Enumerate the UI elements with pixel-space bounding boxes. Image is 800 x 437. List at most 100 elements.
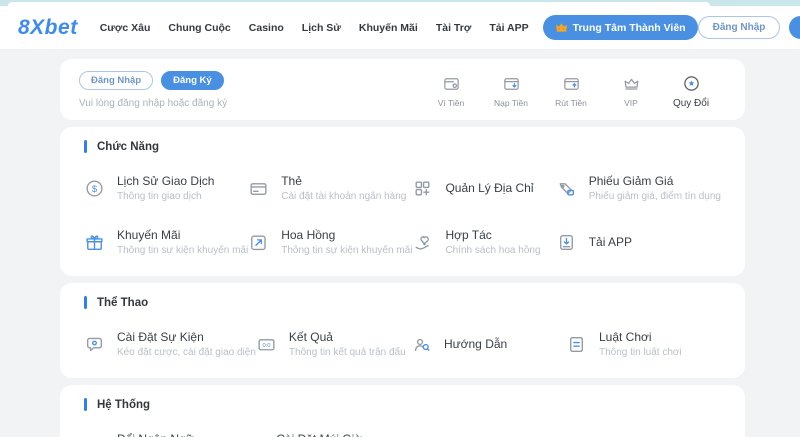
menu-item-text: Thẻ Cài đặt tài khoản ngân hàng <box>281 174 406 202</box>
menu-item-text: Hoa Hồng Thông tin sự kiện khuyến mãi <box>281 228 412 256</box>
section-header-chuc-nang: Chức Năng <box>84 140 721 153</box>
menu-item-coupon[interactable]: Phiếu Giảm GiáPhiếu giảm giá, điểm tín d… <box>556 174 721 202</box>
sections: Chức Năng $ Lịch Sử Giao DịchThông tin gia… <box>60 127 800 437</box>
menu-item-title: Phiếu Giảm Giá <box>589 174 721 188</box>
menu-item-title: Cài Đặt Sự Kiện <box>117 330 256 344</box>
menu-item-subtitle: Thông tin luật chơi <box>599 347 682 358</box>
event-settings-icon <box>84 334 105 355</box>
menu-item-results[interactable]: 0:0 Kết QuảThông tin kết quả trận đấu <box>256 330 411 358</box>
menu-item-timezone[interactable]: Cài Đặt Múi GiờGMT+07:00 <box>243 432 402 437</box>
section-header-he-thong: Hệ Thống <box>84 398 721 411</box>
menu-item-bank-card[interactable]: Thẻ Cài đặt tài khoản ngân hàng <box>248 174 412 202</box>
quick-action-label: VIP <box>624 98 638 108</box>
browser-tab-strip <box>0 0 800 6</box>
nav-item-6[interactable]: Tải APP <box>489 22 528 34</box>
partnership-icon <box>412 232 433 253</box>
section-grid-he-thong: Đổi Ngôn NgữTiếng Việt Cài Đặt Múi GiờGMT… <box>84 432 721 437</box>
wallet-icon <box>442 74 461 93</box>
login-hint-text: Vui lòng đăng nhập hoặc đăng ký <box>79 98 227 109</box>
menu-item-partnership[interactable]: Hợp Tác Chính sách hoa hồng <box>412 228 555 256</box>
menu-item-rules[interactable]: Luật Chơi Thông tin luật chơi <box>566 330 721 358</box>
results-icon: 0:0 <box>256 334 277 355</box>
section-grid-chuc-nang: $ Lịch Sử Giao DịchThông tin giao dịch Thẻ… <box>84 174 721 256</box>
menu-item-title: Đổi Ngôn Ngữ <box>117 432 194 437</box>
top-navbar: 8Xbet Cược Xâu Chung Cuộc Casino Lịch Sử Khu… <box>0 6 800 50</box>
nav-item-4[interactable]: Khuyến Mãi <box>359 22 418 34</box>
section-accent-bar <box>84 140 87 153</box>
menu-item-title: Hợp Tác <box>445 228 540 242</box>
register-button[interactable]: Đăng Ký <box>789 16 800 39</box>
menu-item-subtitle: Kéo đặt cược, cài đặt giao diện <box>117 347 256 358</box>
brand-logo[interactable]: 8Xbet <box>18 16 78 40</box>
menu-item-text: Luật Chơi Thông tin luật chơi <box>599 330 682 358</box>
quick-action-wallet[interactable]: Ví Tiền <box>427 74 475 109</box>
nav-item-3[interactable]: Lịch Sử <box>302 22 341 34</box>
section-grid-the-thao: Cài Đặt Sự Kiện Kéo đặt cược, cài đặt gia… <box>84 330 721 358</box>
svg-text:$: $ <box>92 183 98 194</box>
menu-item-address[interactable]: Quản Lý Địa Chỉ <box>412 174 555 202</box>
menu-item-subtitle: Cài đặt tài khoản ngân hàng <box>281 191 406 202</box>
nav-item-1[interactable]: Chung Cuộc <box>168 22 230 34</box>
card-register-button[interactable]: Đăng Ký <box>161 71 224 90</box>
member-center-button[interactable]: Trung Tâm Thành Viên <box>543 15 698 40</box>
menu-item-event-settings[interactable]: Cài Đặt Sự Kiện Kéo đặt cược, cài đặt gia… <box>84 330 256 358</box>
menu-item-title: Hoa Hồng <box>281 228 412 242</box>
menu-item-text: Tải APP <box>589 235 632 249</box>
transaction-history-icon: $ <box>84 178 105 199</box>
member-center-label: Trung Tâm Thành Viên <box>573 22 686 34</box>
menu-item-commission[interactable]: Hoa Hồng Thông tin sự kiện khuyến mãi <box>248 228 412 256</box>
quick-action-label: Nạp Tiền <box>494 98 528 108</box>
quick-action-deposit[interactable]: Nạp Tiền <box>487 74 535 109</box>
menu-item-title: Tải APP <box>589 235 632 249</box>
quick-actions: Ví Tiền Nạp Tiền Rút Tiền VIP Quy Đổi <box>427 71 715 109</box>
menu-item-text: Hướng Dẫn <box>444 337 507 351</box>
rules-icon <box>566 334 587 355</box>
nav-item-5[interactable]: Tài Trợ <box>436 22 471 34</box>
gift-icon <box>84 232 105 253</box>
menu-item-title: Thẻ <box>281 174 406 188</box>
menu-item-title: Cài Đặt Múi Giờ <box>276 432 362 437</box>
menu-item-subtitle: Thông tin sự kiện khuyến mãi <box>281 245 412 256</box>
vip-crown-icon <box>622 74 641 93</box>
menu-item-text: Đổi Ngôn NgữTiếng Việt <box>117 432 194 437</box>
section-chuc-nang: Chức Năng $ Lịch Sử Giao DịchThông tin gia… <box>60 127 745 276</box>
menu-item-text: Lịch Sử Giao DịchThông tin giao dịch <box>117 174 214 202</box>
menu-item-text: Hợp Tác Chính sách hoa hồng <box>445 228 540 256</box>
account-login-area: Đăng Nhập Đăng Ký Vui lòng đăng nhập hoặ… <box>79 71 227 109</box>
nav-item-0[interactable]: Cược Xâu <box>100 22 151 34</box>
nav-item-2[interactable]: Casino <box>249 22 284 34</box>
quick-action-label: Quy Đổi <box>673 98 709 109</box>
member-badge-icon <box>555 21 568 34</box>
exchange-icon <box>682 74 701 93</box>
svg-text:0:0: 0:0 <box>262 343 270 349</box>
section-title: Hệ Thống <box>97 399 150 411</box>
menu-item-title: Lịch Sử Giao Dịch <box>117 174 214 188</box>
login-button[interactable]: Đăng Nhập <box>698 16 781 39</box>
menu-item-guide[interactable]: Hướng Dẫn <box>411 330 566 358</box>
menu-item-title: Kết Quả <box>289 330 406 344</box>
commission-icon <box>248 232 269 253</box>
card-login-button[interactable]: Đăng Nhập <box>79 71 153 90</box>
menu-item-text: Cài Đặt Sự Kiện Kéo đặt cược, cài đặt gia… <box>117 330 256 358</box>
menu-item-language[interactable]: Đổi Ngôn NgữTiếng Việt <box>84 432 243 437</box>
menu-item-text: Phiếu Giảm GiáPhiếu giảm giá, điểm tín d… <box>589 174 721 202</box>
menu-item-download-app[interactable]: Tải APP <box>556 228 721 256</box>
guide-icon <box>411 334 432 355</box>
menu-item-title: Khuyến Mãi <box>117 228 248 242</box>
menu-item-transaction-history[interactable]: $ Lịch Sử Giao DịchThông tin giao dịch <box>84 174 248 202</box>
quick-action-withdraw[interactable]: Rút Tiền <box>547 74 595 109</box>
auth-buttons: Đăng Nhập Đăng Ký <box>698 16 800 39</box>
quick-action-vip-crown[interactable]: VIP <box>607 74 655 109</box>
quick-action-exchange[interactable]: Quy Đổi <box>667 74 715 109</box>
menu-item-title: Luật Chơi <box>599 330 682 344</box>
coupon-icon <box>556 178 577 199</box>
section-accent-bar <box>84 398 87 411</box>
menu-item-text: Kết QuảThông tin kết quả trận đấu <box>289 330 406 358</box>
menu-item-subtitle: Thông tin sự kiện khuyến mãi <box>117 245 248 256</box>
member-center-page: Đăng Nhập Đăng Ký Vui lòng đăng nhập hoặ… <box>0 50 800 437</box>
menu-item-subtitle: Chính sách hoa hồng <box>445 245 540 256</box>
section-accent-bar <box>84 296 87 309</box>
section-title: Thể Thao <box>97 297 148 309</box>
menu-item-gift[interactable]: Khuyến Mãi Thông tin sự kiện khuyến mãi <box>84 228 248 256</box>
bank-card-icon <box>248 178 269 199</box>
